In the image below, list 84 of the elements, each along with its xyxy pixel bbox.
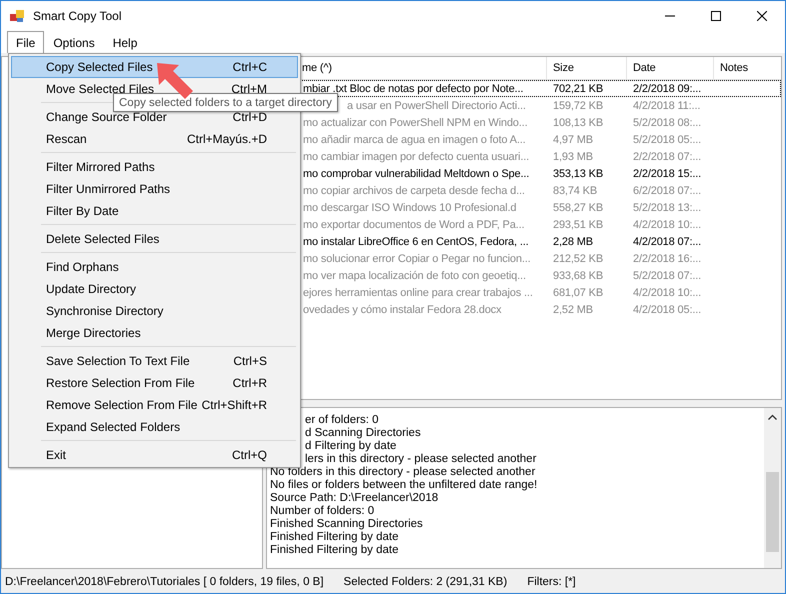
menu-item[interactable]: Options bbox=[44, 31, 104, 53]
column-header[interactable]: Date bbox=[627, 57, 714, 79]
table-cell: 4/2/2018 10:... bbox=[633, 286, 702, 298]
menu-entry[interactable]: Remove Selection From File Ctrl+Shift+R bbox=[11, 394, 298, 416]
menu-entry[interactable]: Delete Selected Files bbox=[11, 228, 298, 250]
table-cell: 83,74 KB bbox=[553, 184, 598, 196]
table-cell: mo añadir marca de agua en imagen o foto A... bbox=[303, 134, 526, 146]
menu-entry[interactable]: Exit Ctrl+Q bbox=[11, 444, 298, 466]
table-cell: 681,07 KB bbox=[553, 286, 604, 298]
scrollbar[interactable] bbox=[764, 408, 781, 568]
menu-entry[interactable]: Merge Directories bbox=[11, 322, 298, 344]
table-cell: 2,52 MB bbox=[553, 304, 593, 316]
table-cell: ovedades y cómo instalar Fedora 28.docx bbox=[303, 304, 502, 316]
menu-entry[interactable]: Rescan Ctrl+Mayús.+D bbox=[11, 128, 298, 150]
table-cell: 159,72 KB bbox=[553, 100, 604, 112]
app-icon bbox=[9, 8, 25, 24]
column-header[interactable]: Notes bbox=[714, 57, 785, 79]
close-icon bbox=[757, 11, 767, 21]
table-cell: 6/2/2018 07:... bbox=[633, 184, 702, 196]
menu-entry[interactable]: Filter By Date bbox=[11, 200, 298, 222]
status-path: D:\Freelancer\2018\Febrero\Tutoriales [ 0 folders, 19 files, 0 B] bbox=[5, 576, 324, 588]
table-cell: 558,27 KB bbox=[553, 202, 604, 214]
menu-item[interactable]: File bbox=[7, 31, 44, 53]
table-cell: 108,13 KB bbox=[553, 116, 604, 128]
table-cell: ejores herramientas online para crear trabajos ... bbox=[303, 286, 533, 298]
menu-entry[interactable]: Filter Unmirrored Paths bbox=[11, 178, 298, 200]
table-cell: mo copiar archivos de carpeta desde fecha d... bbox=[303, 184, 525, 196]
menu-entry[interactable]: Restore Selection From File Ctrl+R bbox=[11, 372, 298, 394]
log-line: Number of folders: 0 bbox=[270, 505, 374, 517]
log-line: Finished Filtering by date bbox=[270, 531, 398, 543]
table-cell: mo actualizar con PowerShell NPM en Windo... bbox=[303, 116, 528, 128]
log-line: No files or folders between the unfiltered date range! bbox=[270, 479, 538, 491]
table-cell: 2/2/2018 07:... bbox=[633, 150, 702, 162]
table-cell: 5/2/2018 13:... bbox=[633, 202, 702, 214]
table-cell: mo descargar ISO Windows 10 Profesional.d bbox=[303, 202, 516, 214]
menu-entry[interactable]: Expand Selected Folders bbox=[11, 416, 298, 438]
table-cell: 702,21 KB bbox=[553, 82, 604, 94]
log-line: Finished Scanning Directories bbox=[270, 518, 423, 530]
table-cell: 353,13 KB bbox=[553, 168, 604, 180]
menu-entry[interactable]: Synchronise Directory bbox=[11, 300, 298, 322]
table-cell: 4/2/2018 10:... bbox=[633, 218, 702, 230]
table-cell: 4/2/2018 05:... bbox=[633, 304, 702, 316]
table-cell: 4/2/2018 11:... bbox=[633, 100, 700, 112]
menu-item[interactable]: Help bbox=[104, 31, 146, 53]
log-line: er of folders: 0 bbox=[305, 414, 379, 426]
table-cell: 2,28 MB bbox=[553, 236, 593, 248]
table-cell: mo ver mapa localización de foto con geoetiq... bbox=[303, 270, 526, 282]
table-cell: 1,93 MB bbox=[553, 150, 593, 162]
menu-entry[interactable]: Save Selection To Text File Ctrl+S bbox=[11, 350, 298, 372]
table-cell: mo cambiar imagen por defecto cuenta usuari... bbox=[303, 150, 530, 162]
menu-entry[interactable]: Find Orphans bbox=[11, 256, 298, 278]
status-selection: Selected Folders: 2 (291,31 KB) bbox=[344, 576, 508, 588]
log-line: lers in this directory - please selected another bbox=[305, 453, 536, 465]
table-cell: 2/2/2018 15:... bbox=[633, 168, 702, 180]
scroll-thumb[interactable] bbox=[766, 472, 779, 552]
table-cell: mo exportar documentos de Word a PDF, Pa... bbox=[303, 218, 524, 230]
log-line: Finished Filtering by date bbox=[270, 544, 398, 556]
maximize-icon bbox=[711, 11, 721, 21]
table-cell: 5/2/2018 07:... bbox=[633, 270, 702, 282]
table-cell: 933,68 KB bbox=[553, 270, 604, 282]
table-cell: 4,97 MB bbox=[553, 134, 593, 146]
table-cell: mo comprobar vulnerabilidad Meltdown o Spe... bbox=[303, 168, 530, 180]
menu-entry[interactable]: Copy Selected Files Ctrl+C bbox=[11, 56, 298, 78]
log-line: d Filtering by date bbox=[305, 440, 396, 452]
table-cell: 2/2/2018 16:... bbox=[633, 252, 702, 264]
table-cell: mbiar .txt Bloc de notas por defecto por Note... bbox=[303, 82, 524, 94]
status-filters: Filters: [*] bbox=[527, 576, 576, 588]
tooltip: Copy selected folders to a target directory bbox=[113, 93, 338, 112]
table-cell: 2/2/2018 09:... bbox=[633, 82, 702, 94]
table-cell: mo instalar LibreOffice 6 en CentOS, Fedora, ... bbox=[303, 236, 529, 248]
table-cell: 5/2/2018 05:... bbox=[633, 134, 702, 146]
window-title: Smart Copy Tool bbox=[33, 9, 122, 23]
scroll-up-icon[interactable] bbox=[768, 414, 777, 420]
menu-entry[interactable]: Update Directory bbox=[11, 278, 298, 300]
log-line: d Scanning Directories bbox=[305, 427, 421, 439]
table-cell: 5/2/2018 08:... bbox=[633, 116, 702, 128]
menu-entry[interactable]: Filter Mirrored Paths bbox=[11, 156, 298, 178]
column-header[interactable]: Size bbox=[547, 57, 627, 79]
table-cell: mo solucionar error Copiar o Pegar no funcion... bbox=[303, 252, 531, 264]
table-cell: a usar en PowerShell Directorio Acti... bbox=[347, 100, 526, 112]
table-cell: 4/2/2018 07:... bbox=[633, 236, 702, 248]
table-cell: 212,52 KB bbox=[553, 252, 604, 264]
table-cell: 293,51 KB bbox=[553, 218, 604, 230]
log-line: Source Path: D:\Freelancer\2018 bbox=[270, 492, 438, 504]
